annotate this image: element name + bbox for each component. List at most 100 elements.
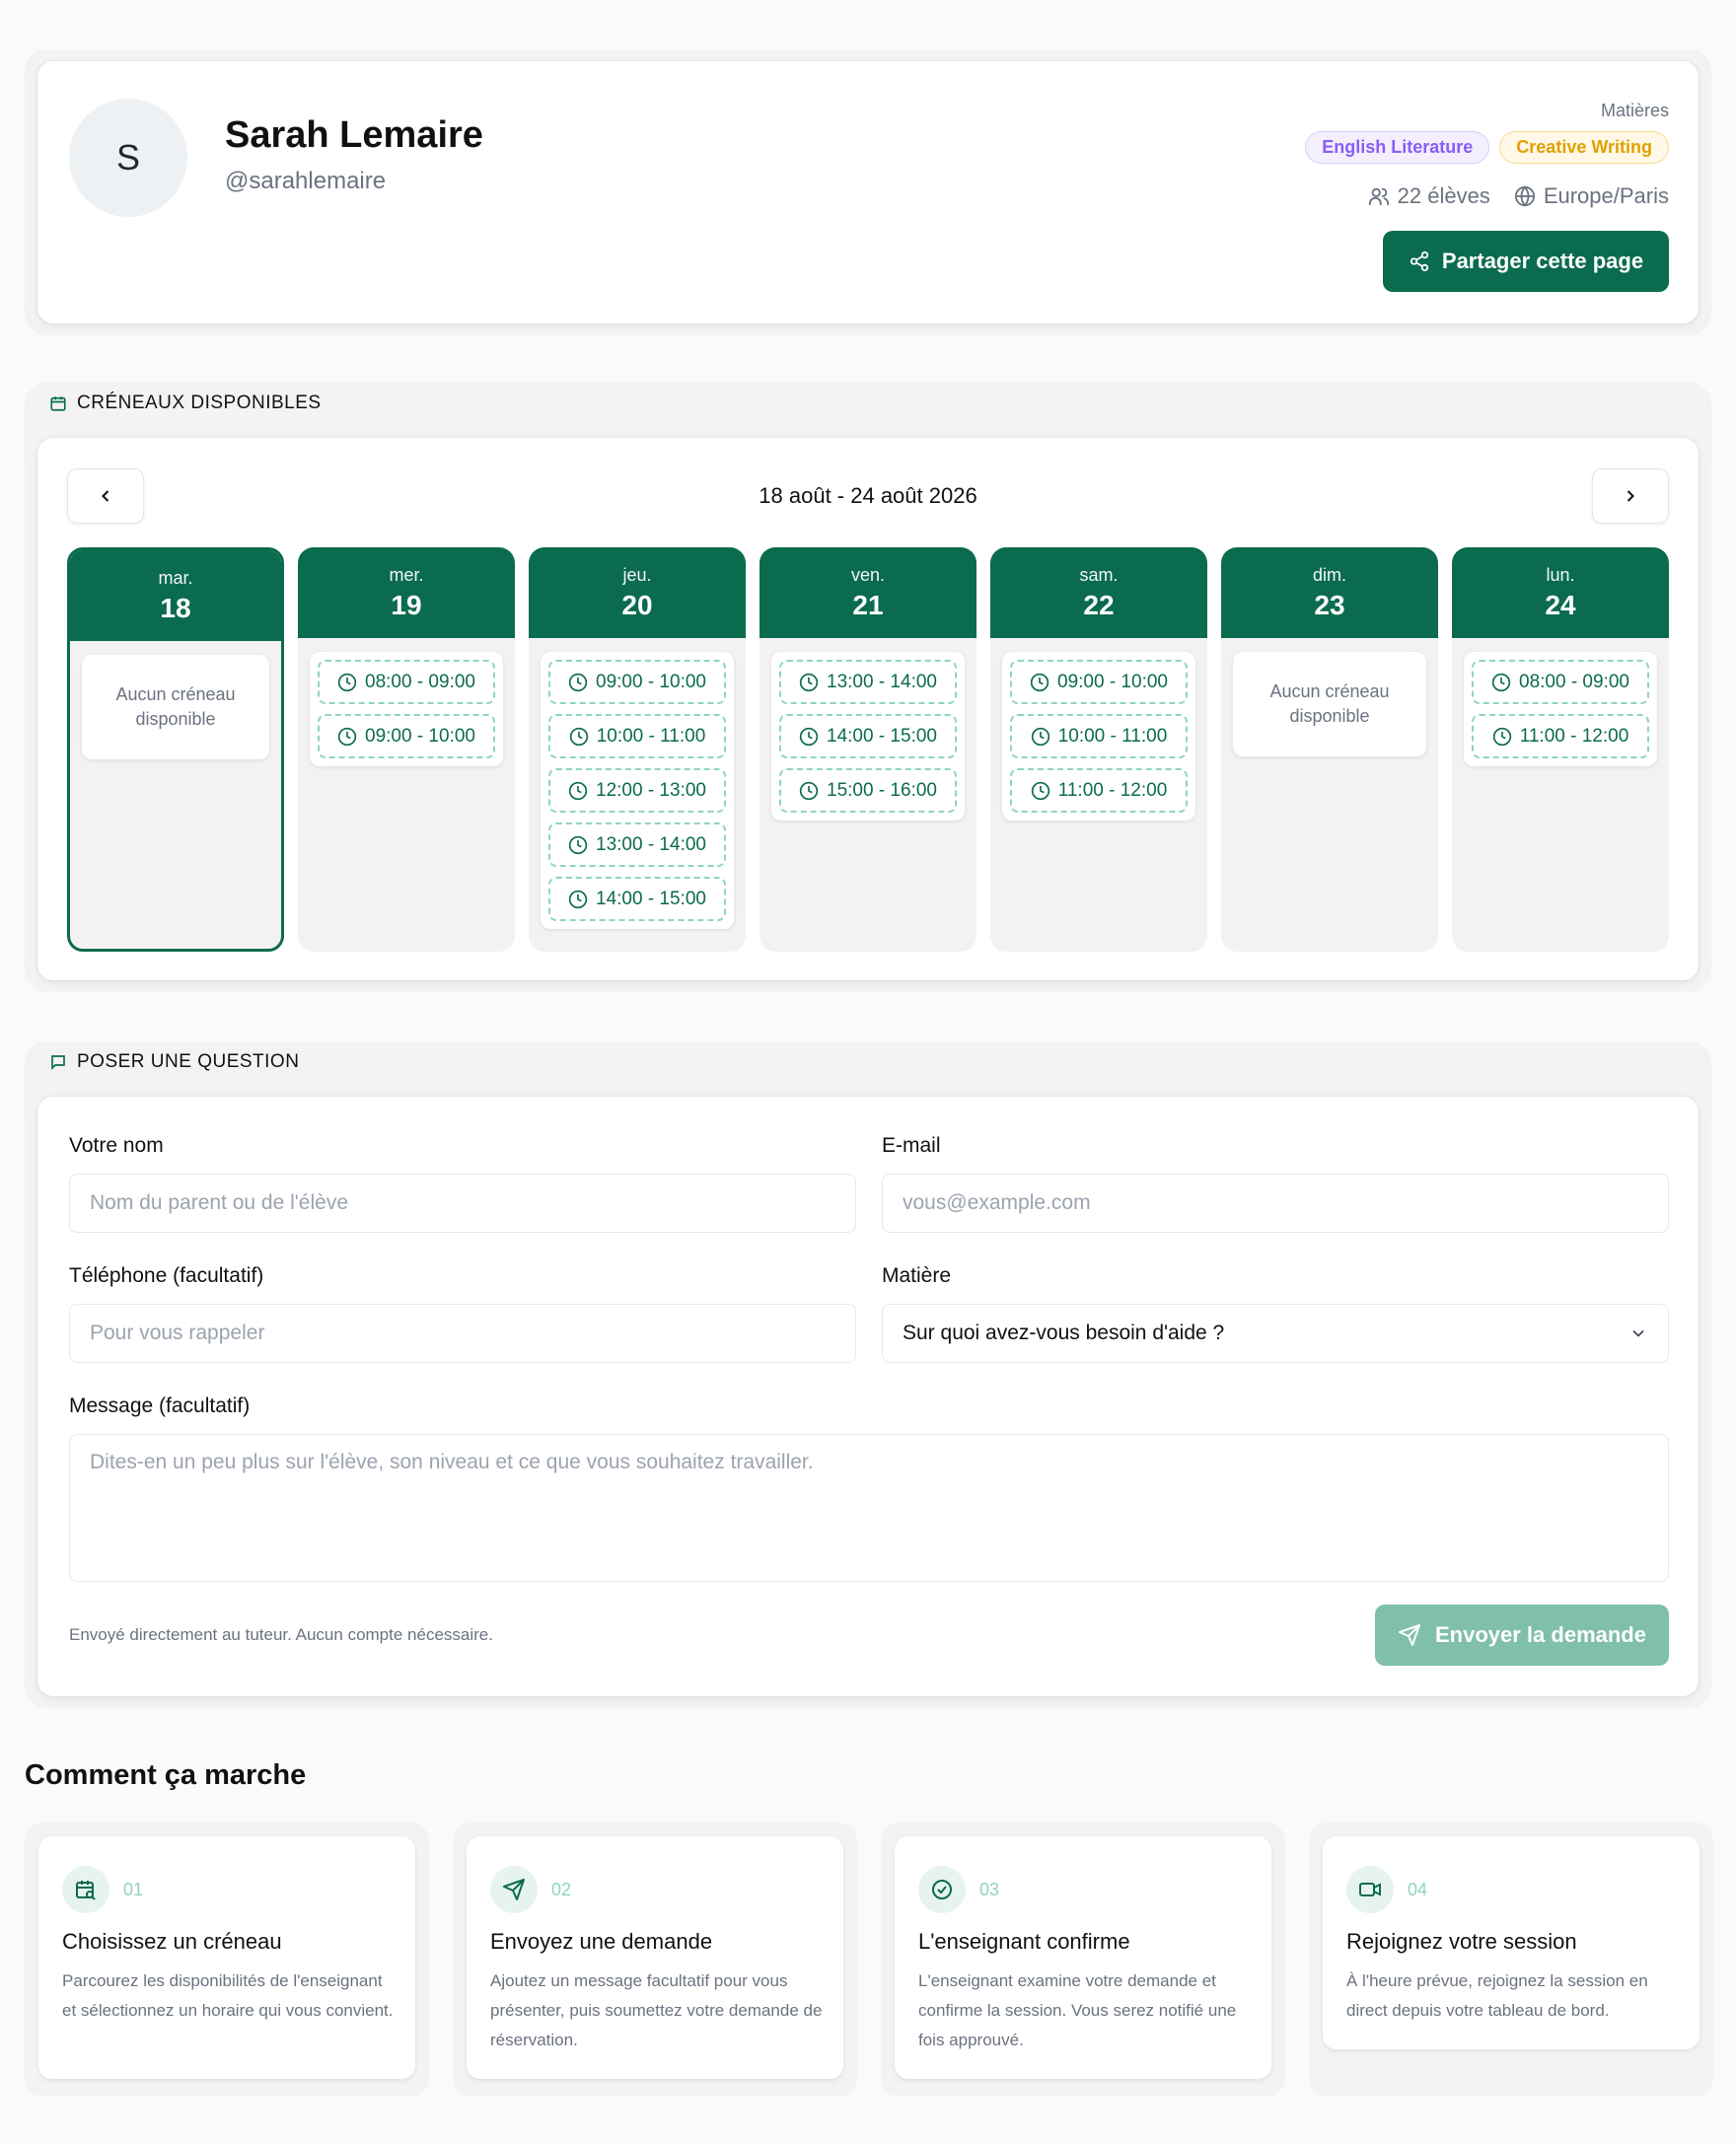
avatar: S: [69, 99, 187, 217]
name-input[interactable]: Nom du parent ou de l'élève: [69, 1174, 856, 1233]
send-icon: [490, 1866, 538, 1913]
clock-icon: [799, 781, 819, 800]
clock-icon: [568, 781, 588, 800]
globe-icon: [1514, 185, 1535, 207]
day-column[interactable]: dim. 23 Aucun créneau disponible: [1221, 547, 1438, 952]
question-section-title: POSER UNE QUESTION: [77, 1051, 300, 1072]
time-slot-label: 10:00 - 11:00: [596, 725, 706, 747]
step-title: L'enseignant confirme: [918, 1929, 1130, 1954]
day-name: ven.: [850, 564, 886, 585]
slot-list: 08:00 - 09:00 11:00 - 12:00: [1464, 652, 1657, 766]
message-icon: [51, 1055, 65, 1070]
day-header: lun. 24: [1452, 547, 1669, 638]
phone-label: Téléphone (facultatif): [69, 1264, 264, 1287]
day-name: mer.: [389, 564, 424, 585]
week-range: 18 août - 24 août 2026: [759, 483, 977, 508]
subject-select[interactable]: Sur quoi avez-vous besoin d'aide ?: [882, 1304, 1669, 1363]
next-week-button[interactable]: [1592, 468, 1669, 524]
step-card: 04 Rejoignez votre session À l'heure prévu…: [1323, 1836, 1700, 2049]
clock-icon: [568, 890, 588, 908]
phone-input[interactable]: Pour vous rappeler: [69, 1304, 856, 1363]
day-name: jeu.: [622, 564, 652, 585]
timezone-text: Europe/Paris: [1543, 183, 1669, 208]
day-column[interactable]: mer. 19 08:00 - 09:00 09:00 - 10:00: [298, 547, 515, 952]
time-slot[interactable]: 11:00 - 12:00: [1472, 714, 1649, 758]
subject-tags: English Literature Creative Writing: [1305, 131, 1669, 164]
subject-tag: English Literature: [1305, 131, 1490, 164]
time-slot[interactable]: 15:00 - 16:00: [779, 768, 957, 813]
clock-icon: [1492, 727, 1511, 746]
time-slot-label: 09:00 - 10:00: [1057, 671, 1168, 692]
time-slot-label: 12:00 - 13:00: [596, 779, 706, 801]
slots-section-title: CRÉNEAUX DISPONIBLES: [77, 393, 322, 413]
time-slot[interactable]: 10:00 - 11:00: [1010, 714, 1188, 758]
time-slot-label: 14:00 - 15:00: [596, 888, 706, 909]
calendar-icon: [50, 396, 66, 411]
day-name: lun.: [1546, 564, 1575, 585]
step-title: Envoyez une demande: [490, 1929, 713, 1954]
step-card: 03 L'enseignant confirme L'enseignant exam…: [895, 1836, 1271, 2079]
message-textarea[interactable]: Dites-en un peu plus sur l'élève, son ni…: [69, 1434, 1669, 1582]
how-it-works-title: Comment ça marche: [25, 1759, 307, 1791]
time-slot[interactable]: 08:00 - 09:00: [1472, 660, 1649, 704]
profile-meta: 22 élèves Europe/Paris: [1368, 183, 1669, 209]
time-slot[interactable]: 12:00 - 13:00: [548, 768, 726, 813]
day-name: mar.: [158, 567, 193, 588]
day-column[interactable]: mar. 18 Aucun créneau disponible: [67, 547, 284, 952]
time-slot-label: 11:00 - 12:00: [1057, 779, 1168, 801]
day-date: 24: [1545, 589, 1576, 620]
time-slot[interactable]: 14:00 - 15:00: [779, 714, 957, 758]
email-label: E-mail: [882, 1134, 941, 1157]
step-description: Parcourez les disponibilités de l'enseig…: [62, 1971, 394, 2020]
timezone: Europe/Paris: [1514, 183, 1669, 209]
day-header: dim. 23: [1221, 547, 1438, 638]
check-circle-icon: [918, 1866, 966, 1913]
form-note: Envoyé directement au tuteur. Aucun comp…: [69, 1625, 493, 1644]
step-number: 01: [123, 1880, 144, 1899]
slot-list: 09:00 - 10:00 10:00 - 11:00 11:00 - 12:00: [1002, 652, 1195, 821]
clock-icon: [1030, 673, 1049, 691]
step-card: 02 Envoyez une demande Ajoutez un message …: [467, 1836, 843, 2079]
day-name: dim.: [1312, 564, 1346, 585]
time-slot[interactable]: 09:00 - 10:00: [548, 660, 726, 704]
chevron-right-icon: [1627, 490, 1634, 502]
message-label: Message (facultatif): [69, 1394, 251, 1417]
day-column[interactable]: ven. 21 13:00 - 14:00 14:00 - 15:00 15:00 - …: [760, 547, 976, 952]
no-slot-card: Aucun créneau disponible: [82, 655, 269, 760]
day-column[interactable]: jeu. 20 09:00 - 10:00 10:00 - 11:00 12:00 - …: [529, 547, 746, 952]
no-slot-card: Aucun créneau disponible: [1233, 652, 1426, 757]
send-request-button[interactable]: Envoyer la demande: [1375, 1605, 1669, 1666]
subjects-label: Matières: [1600, 101, 1669, 120]
day-column[interactable]: sam. 22 09:00 - 10:00 10:00 - 11:00 11:00 - …: [990, 547, 1207, 952]
day-column[interactable]: lun. 24 08:00 - 09:00 11:00 - 12:00: [1452, 547, 1669, 952]
time-slot[interactable]: 08:00 - 09:00: [318, 660, 495, 704]
time-slot-label: 09:00 - 10:00: [365, 725, 475, 747]
clock-icon: [799, 673, 819, 691]
time-slot[interactable]: 13:00 - 14:00: [779, 660, 957, 704]
time-slot-label: 08:00 - 09:00: [365, 671, 475, 692]
tutor-handle: @sarahlemaire: [225, 168, 387, 194]
time-slot[interactable]: 13:00 - 14:00: [548, 822, 726, 867]
time-slot[interactable]: 09:00 - 10:00: [1010, 660, 1188, 704]
subject-tag: Creative Writing: [1499, 131, 1669, 164]
clock-icon: [568, 673, 588, 691]
clock-icon: [1031, 781, 1049, 800]
time-slot[interactable]: 14:00 - 15:00: [548, 877, 726, 921]
clock-icon: [569, 727, 588, 746]
time-slot[interactable]: 10:00 - 11:00: [548, 714, 726, 758]
day-header: sam. 22: [990, 547, 1207, 638]
share-button[interactable]: Partager cette page: [1383, 231, 1669, 292]
email-input[interactable]: vous@example.com: [882, 1174, 1669, 1233]
step-title: Rejoignez votre session: [1346, 1929, 1577, 1954]
no-slot-text: Aucun créneau disponible: [1269, 681, 1390, 727]
slot-list: 08:00 - 09:00 09:00 - 10:00: [310, 652, 503, 766]
time-slot[interactable]: 11:00 - 12:00: [1010, 768, 1188, 813]
day-header: mer. 19: [298, 547, 515, 638]
send-icon: [1399, 1624, 1420, 1646]
slots-section-header: CRÉNEAUX DISPONIBLES: [49, 393, 322, 414]
time-slot-label: 14:00 - 15:00: [827, 725, 937, 747]
time-slot[interactable]: 09:00 - 10:00: [318, 714, 495, 758]
time-slot-label: 11:00 - 12:00: [1519, 725, 1629, 747]
users-icon: [1368, 187, 1389, 206]
clock-icon: [799, 727, 819, 746]
